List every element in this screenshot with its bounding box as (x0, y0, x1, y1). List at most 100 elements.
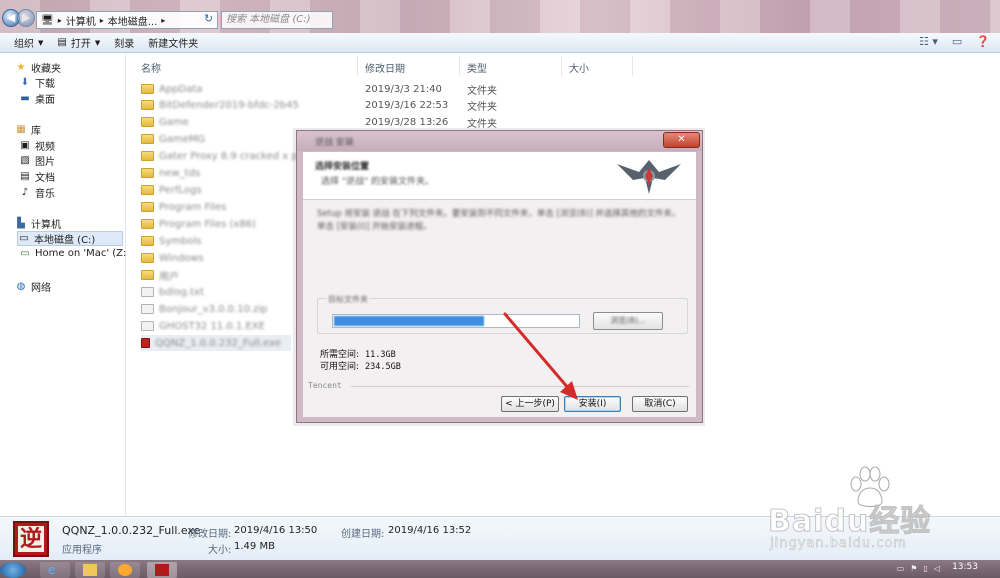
file-row[interactable]: BitDefender2019-bfdc-2b45 2019/3/16 22:53… (141, 97, 497, 113)
chevron-right-icon: ▸ (99, 15, 104, 25)
sidebar-label: 收藏夹 (31, 64, 61, 75)
network-drive-icon: ▭ (20, 248, 30, 259)
organize-menu[interactable]: 组织 ▼ (14, 35, 43, 51)
file-row-selected[interactable]: QQNZ_1.0.0.232_Full.exe (141, 335, 291, 351)
file-name: AppData (159, 83, 203, 95)
library-icon: ▦ (16, 124, 26, 135)
game-logo-icon (617, 160, 681, 194)
open-label: 打开 (70, 39, 91, 50)
folder-icon (141, 185, 154, 195)
sidebar-item-mac-drive[interactable]: ▭ Home on 'Mac' (Z:) (19, 248, 130, 259)
sidebar-item-videos[interactable]: ▣ 视频 (19, 138, 55, 153)
dialog-header: 选择安装位置 选择 "逆战" 的安装文件夹。 (303, 152, 696, 200)
browse-button[interactable]: 浏览(B)... (593, 312, 663, 330)
sidebar-item-favorites[interactable]: ★ 收藏夹 (15, 60, 61, 75)
column-divider[interactable] (632, 56, 633, 76)
sidebar-label: 视频 (35, 142, 55, 153)
file-name: BitDefender2019-bfdc-2b45 (159, 99, 299, 111)
install-button[interactable]: 安装(I) (564, 396, 621, 412)
install-path-input[interactable] (332, 314, 580, 328)
burn-button[interactable]: 刻录 (114, 35, 134, 50)
taskbar-media[interactable] (110, 562, 140, 578)
taskbar-explorer[interactable] (75, 562, 105, 578)
file-row[interactable]: AppData 2019/3/3 21:40 文件夹 (141, 81, 497, 97)
star-icon: ★ (16, 62, 26, 73)
clock[interactable]: 13:53 (952, 562, 978, 572)
preview-pane-icon[interactable]: ▭ (952, 35, 962, 48)
column-name[interactable]: 名称 (141, 60, 161, 75)
column-type[interactable]: 类型 (467, 60, 487, 75)
folder-icon (141, 117, 154, 127)
document-icon: ▤ (20, 171, 30, 182)
column-date[interactable]: 修改日期 (365, 60, 405, 75)
taskbar-installer[interactable] (147, 562, 177, 578)
close-button[interactable]: ✕ (663, 132, 700, 148)
sidebar-item-downloads[interactable]: ⬇ 下载 (19, 75, 55, 90)
help-icon[interactable]: ❓ (976, 35, 990, 48)
keyboard-icon[interactable]: ▭ (897, 564, 905, 573)
sidebar-label: 文档 (35, 173, 55, 184)
column-divider[interactable] (561, 56, 562, 76)
details-size-label: 大小: (208, 545, 232, 556)
dialog-header-subtitle: 选择 "逆战" 的安装文件夹。 (321, 177, 435, 187)
column-divider[interactable] (357, 56, 358, 76)
details-modified-label: 修改日期: (188, 529, 232, 540)
sidebar-item-pictures[interactable]: ▧ 图片 (19, 153, 55, 168)
details-filetype: 应用程序 (62, 545, 102, 556)
path-text-selection (334, 316, 484, 326)
taskbar-ie[interactable]: e (40, 562, 70, 578)
sidebar-item-documents[interactable]: ▤ 文档 (19, 169, 55, 184)
sidebar-label: 网络 (31, 283, 51, 294)
media-player-icon (118, 564, 132, 576)
refresh-icon[interactable]: ↻ (204, 12, 213, 25)
breadcrumb-computer[interactable]: 计算机 (66, 13, 96, 28)
view-options-icon[interactable]: ☷ ▾ (919, 35, 938, 48)
chevron-down-icon: ▼ (94, 38, 101, 47)
back-step-button[interactable]: < 上一步(P) (501, 396, 559, 412)
open-icon: ▤ (57, 37, 67, 48)
search-input[interactable]: 搜索 本地磁盘 (C:) (221, 11, 333, 29)
column-divider[interactable] (459, 56, 460, 76)
details-created-value: 2019/4/16 13:52 (388, 525, 472, 536)
download-icon: ⬇ (20, 77, 30, 88)
game-glyph-icon: 逆 (18, 526, 44, 552)
file-type: 文件夹 (467, 85, 497, 97)
folder-icon: 🖥 (41, 14, 54, 26)
burn-label: 刻录 (114, 39, 135, 50)
details-filename: QQNZ_1.0.0.232_Full.exe (62, 524, 201, 537)
network-icon[interactable]: ▯ (923, 564, 927, 573)
address-bar[interactable]: 🖥 ▸ 计算机 ▸ 本地磁盘... ▸ (36, 11, 218, 29)
taskbar: e ▭ ⚑ ▯ ◁ 13:53 (0, 560, 1000, 578)
forward-button[interactable]: ▶ (17, 9, 35, 27)
file-date: 2019/3/28 13:26 (365, 116, 449, 128)
open-menu[interactable]: ▤ 打开 ▼ (57, 35, 100, 50)
sidebar-item-libraries[interactable]: ▦ 库 (15, 122, 41, 137)
cancel-button[interactable]: 取消(C) (632, 396, 688, 412)
qqnz-app-icon (155, 564, 169, 576)
folder-icon (141, 270, 154, 280)
sidebar-item-computer[interactable]: ▙ 计算机 (15, 216, 61, 231)
dialog-titlebar[interactable]: 逆战 安装 ✕ (297, 131, 702, 151)
picture-icon: ▧ (20, 155, 30, 166)
file-name: Game (159, 116, 189, 128)
sidebar-item-music[interactable]: ♪ 音乐 (19, 185, 55, 200)
start-button[interactable] (0, 562, 26, 578)
flag-icon[interactable]: ⚑ (910, 564, 917, 573)
zip-file-icon (141, 304, 154, 314)
chevron-right-icon: ▸ (161, 15, 166, 25)
tencent-brand: Tencent (308, 381, 342, 390)
sidebar-item-network[interactable]: ◍ 网络 (15, 279, 51, 294)
music-icon: ♪ (21, 187, 29, 198)
computer-icon: ▙ (17, 218, 25, 229)
command-toolbar: 组织 ▼ ▤ 打开 ▼ 刻录 新建文件夹 ☷ ▾ ▭ ❓ (0, 33, 1000, 53)
sidebar-item-local-disk[interactable]: ▭ 本地磁盘 (C:) (17, 231, 123, 246)
new-folder-button[interactable]: 新建文件夹 (148, 35, 198, 50)
organize-label: 组织 (14, 39, 34, 50)
sidebar-item-desktop[interactable]: ▬ 桌面 (19, 91, 55, 106)
file-date: 2019/3/16 22:53 (365, 99, 449, 111)
column-size[interactable]: 大小 (569, 60, 589, 75)
volume-icon[interactable]: ◁ (934, 564, 940, 573)
new-folder-label: 新建文件夹 (148, 39, 199, 50)
breadcrumb-local-disk[interactable]: 本地磁盘... (108, 13, 158, 28)
system-tray: ▭ ⚑ ▯ ◁ (897, 564, 940, 573)
